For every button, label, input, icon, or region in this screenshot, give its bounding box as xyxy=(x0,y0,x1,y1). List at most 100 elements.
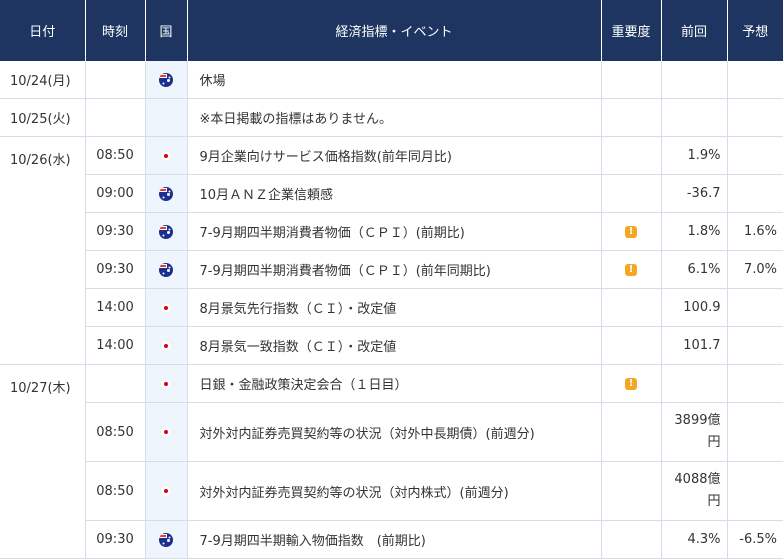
importance-cell xyxy=(601,174,662,213)
table-row: 10/25(火) ※本日掲載の指標はありません。 xyxy=(0,98,783,137)
table-row: 09:30 7-9月期四半期消費者物価（ＣＰＩ）(前期比) 1.8% 1.6% xyxy=(0,212,783,251)
previous-cell: 1.9% xyxy=(661,136,728,175)
warning-icon[interactable] xyxy=(625,263,637,276)
forecast-cell: 7.0% xyxy=(727,250,783,289)
col-event-header: 経済指標・イベント xyxy=(187,0,602,61)
importance-cell xyxy=(601,461,662,521)
country-cell xyxy=(145,520,188,559)
au-flag-icon xyxy=(159,72,173,87)
date-cell: 10/26(水) xyxy=(0,136,86,365)
table-row: 10/27(木) 日銀・金融政策決定会合（１日目） xyxy=(0,364,783,559)
country-cell xyxy=(145,212,188,251)
event-cell: 休場 xyxy=(187,61,602,99)
country-cell xyxy=(145,326,188,365)
col-country-header: 国 xyxy=(145,0,188,61)
au-flag-icon xyxy=(159,532,173,547)
event-cell: 対外対内証券売買契約等の状況（対内株式）(前週分) xyxy=(187,461,602,521)
previous-cell: 4088億円 xyxy=(661,461,728,521)
table-row: 10/24(月) 休場 xyxy=(0,61,783,99)
event-cell: 9月企業向けサービス価格指数(前年同月比) xyxy=(187,136,602,175)
previous-cell: 3899億円 xyxy=(661,402,728,462)
importance-cell xyxy=(601,98,662,137)
importance-cell xyxy=(601,250,662,289)
time-cell: 08:50 xyxy=(85,461,146,521)
time-cell: 09:00 xyxy=(85,174,146,213)
importance-cell xyxy=(601,61,662,99)
country-cell xyxy=(145,136,188,175)
event-cell: 日銀・金融政策決定会合（１日目） xyxy=(187,364,602,403)
time-cell xyxy=(85,61,146,99)
event-cell: 8月景気一致指数（ＣＩ）・改定値 xyxy=(187,326,602,365)
table-row: 09:30 7-9月期四半期輸入物価指数 (前期比) 4.3% -6.5% xyxy=(0,520,783,559)
jp-flag-icon xyxy=(160,339,172,352)
warning-icon[interactable] xyxy=(625,377,637,390)
au-flag-icon xyxy=(159,186,173,201)
au-flag-icon xyxy=(159,224,173,239)
forecast-cell xyxy=(727,364,783,403)
event-cell: 7-9月期四半期消費者物価（ＣＰＩ）(前期比) xyxy=(187,212,602,251)
importance-cell xyxy=(601,402,662,462)
jp-flag-icon xyxy=(160,426,172,438)
time-cell: 14:00 xyxy=(85,288,146,327)
forecast-cell xyxy=(727,61,783,99)
jp-flag-icon xyxy=(160,301,172,314)
table-row: 09:30 7-9月期四半期消費者物価（ＣＰＩ）(前年同期比) 6.1% 7.0… xyxy=(0,250,783,289)
importance-cell xyxy=(601,212,662,251)
previous-cell: 4.3% xyxy=(661,520,728,559)
table-row: 09:00 10月ＡＮＺ企業信頼感 -36.7 xyxy=(0,174,783,213)
previous-cell: -36.7 xyxy=(661,174,728,213)
date-cell: 10/27(木) xyxy=(0,364,86,559)
forecast-cell xyxy=(727,288,783,327)
col-time-header: 時刻 xyxy=(85,0,146,61)
table-row: 08:50 対外対内証券売買契約等の状況（対内株式）(前週分) 4088億円 xyxy=(0,461,783,521)
forecast-cell xyxy=(727,136,783,175)
time-cell: 09:30 xyxy=(85,212,146,251)
previous-cell xyxy=(661,364,728,403)
event-cell: ※本日掲載の指標はありません。 xyxy=(187,98,602,137)
table-row: 08:50 対外対内証券売買契約等の状況（対外中長期債）(前週分) 3899億円 xyxy=(0,402,783,462)
economic-calendar-table: 日付 時刻 国 経済指標・イベント 重要度 前回 予想 10/24(月) 休場 … xyxy=(0,0,783,559)
time-cell: 08:50 xyxy=(85,402,146,462)
previous-cell: 1.8% xyxy=(661,212,728,251)
au-flag-icon xyxy=(159,262,173,277)
col-previous-header: 前回 xyxy=(661,0,728,61)
country-cell xyxy=(145,61,188,99)
importance-cell xyxy=(601,136,662,175)
forecast-cell xyxy=(727,174,783,213)
forecast-cell xyxy=(727,326,783,365)
importance-cell xyxy=(601,288,662,327)
time-cell xyxy=(85,98,146,137)
date-cell: 10/24(月) xyxy=(0,61,86,99)
time-cell: 14:00 xyxy=(85,326,146,365)
event-cell: 10月ＡＮＺ企業信頼感 xyxy=(187,174,602,213)
previous-cell: 6.1% xyxy=(661,250,728,289)
previous-cell xyxy=(661,98,728,137)
forecast-cell xyxy=(727,402,783,462)
event-cell: 対外対内証券売買契約等の状況（対外中長期債）(前週分) xyxy=(187,402,602,462)
time-cell: 08:50 xyxy=(85,136,146,175)
event-cell: 7-9月期四半期消費者物価（ＣＰＩ）(前年同期比) xyxy=(187,250,602,289)
jp-flag-icon xyxy=(160,149,172,162)
previous-cell: 101.7 xyxy=(661,326,728,365)
country-cell xyxy=(145,98,188,137)
previous-cell: 100.9 xyxy=(661,288,728,327)
event-cell: 8月景気先行指数（ＣＩ）・改定値 xyxy=(187,288,602,327)
country-cell xyxy=(145,174,188,213)
event-cell: 7-9月期四半期輸入物価指数 (前期比) xyxy=(187,520,602,559)
table-row: 14:00 8月景気一致指数（ＣＩ）・改定値 101.7 xyxy=(0,326,783,365)
date-cell: 10/25(火) xyxy=(0,98,86,137)
importance-cell xyxy=(601,326,662,365)
forecast-cell: -6.5% xyxy=(727,520,783,559)
forecast-cell xyxy=(727,98,783,137)
country-cell xyxy=(145,250,188,289)
time-cell xyxy=(85,364,146,403)
table-row: 14:00 8月景気先行指数（ＣＩ）・改定値 100.9 xyxy=(0,288,783,327)
warning-icon[interactable] xyxy=(625,225,637,238)
importance-cell xyxy=(601,520,662,559)
forecast-cell xyxy=(727,461,783,521)
previous-cell xyxy=(661,61,728,99)
table-row: 10/26(水) 08:50 9月企業向けサービス価格指数(前年同月比) 1.9… xyxy=(0,136,783,365)
country-cell xyxy=(145,461,188,521)
time-cell: 09:30 xyxy=(85,250,146,289)
country-cell xyxy=(145,288,188,327)
